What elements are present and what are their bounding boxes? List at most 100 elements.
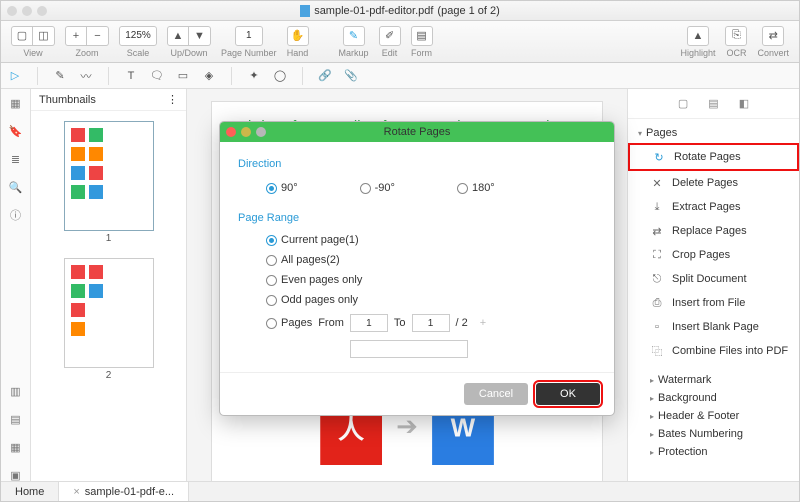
pages-option[interactable]: Pages <box>266 317 312 329</box>
window-titlebar: sample-01-pdf-editor.pdf (page 1 of 2) <box>1 1 799 21</box>
document-tab[interactable]: ×sample-01-pdf-e... <box>59 482 189 501</box>
scale-field[interactable] <box>119 26 157 46</box>
pdf-file-icon <box>300 5 310 17</box>
ocr-icon[interactable]: ⎘ <box>725 26 747 46</box>
ok-button[interactable]: OK <box>536 383 600 405</box>
extract-pages-item[interactable]: ⤓Extract Pages <box>628 195 799 219</box>
thumbs-menu-icon[interactable]: ⋮ <box>167 93 178 106</box>
rail-icon-a[interactable]: ▥ <box>8 383 24 399</box>
zoom-out-button[interactable]: − <box>87 26 109 46</box>
background-item[interactable]: Background <box>628 389 799 407</box>
view-single-icon[interactable]: ▢ <box>11 26 33 46</box>
stamp-icon[interactable]: ✦ <box>246 68 262 84</box>
rotate-90-option[interactable]: 90° <box>266 182 298 194</box>
current-page-option[interactable]: Current page(1) <box>266 234 596 246</box>
window-title: sample-01-pdf-editor.pdf (page 1 of 2) <box>300 5 500 17</box>
bookmark-icon[interactable]: 🔖 <box>8 123 24 139</box>
strike-icon[interactable]: 〰 <box>78 68 94 84</box>
replace-pages-item[interactable]: ⇄Replace Pages <box>628 219 799 243</box>
bottom-tab-bar: Home ×sample-01-pdf-e... <box>1 481 799 501</box>
right-panel: ▢ ▤ ◧ Pages ↻Rotate Pages ✕Delete Pages … <box>627 89 799 483</box>
rail-icon-b[interactable]: ▤ <box>8 411 24 427</box>
header-footer-item[interactable]: Header & Footer <box>628 407 799 425</box>
outline-icon[interactable]: ≣ <box>8 151 24 167</box>
convert-icon[interactable]: ⇄ <box>762 26 784 46</box>
all-pages-option[interactable]: All pages(2) <box>266 254 596 266</box>
thumbnail-page-2[interactable] <box>64 258 154 368</box>
hand-tool-icon[interactable]: ✋ <box>287 26 309 46</box>
convert-group: ⇄ Convert <box>753 26 793 58</box>
ocr-group: ⎘ OCR <box>721 26 751 58</box>
even-pages-option[interactable]: Even pages only <box>266 274 596 286</box>
rotate-neg90-option[interactable]: -90° <box>360 182 395 194</box>
pages-text-field[interactable] <box>350 340 468 358</box>
edit-icon[interactable]: ✐ <box>379 26 401 46</box>
thumbnails-icon[interactable]: ▦ <box>8 95 24 111</box>
traffic-lights[interactable] <box>7 6 47 16</box>
insert-from-file-item[interactable]: ⎙Insert from File <box>628 291 799 315</box>
rotate-pages-dialog: Rotate Pages Direction 90° -90° 180° Pag… <box>219 121 615 416</box>
scale-group: Scale <box>115 26 161 58</box>
bates-item[interactable]: Bates Numbering <box>628 425 799 443</box>
main-toolbar: ▢◫ View +− Zoom Scale ▲▼ Up/Down Page Nu… <box>1 21 799 63</box>
search-icon[interactable]: 🔍 <box>8 179 24 195</box>
add-range-button[interactable]: + <box>474 317 492 329</box>
from-field[interactable] <box>350 314 388 332</box>
dialog-titlebar: Rotate Pages <box>220 122 614 142</box>
page-number-field[interactable] <box>235 26 263 46</box>
odd-pages-option[interactable]: Odd pages only <box>266 294 596 306</box>
page-up-button[interactable]: ▲ <box>167 26 189 46</box>
markup-group: ✎ Markup <box>335 26 373 58</box>
form-icon[interactable]: ▤ <box>411 26 433 46</box>
cancel-button[interactable]: Cancel <box>464 383 528 405</box>
delete-pages-item[interactable]: ✕Delete Pages <box>628 171 799 195</box>
link-icon[interactable]: 🔗 <box>317 68 333 84</box>
rotate-180-option[interactable]: 180° <box>457 182 495 194</box>
page-down-button[interactable]: ▼ <box>189 26 211 46</box>
highlight-icon[interactable]: ▲ <box>687 26 709 46</box>
pages-section-header[interactable]: Pages <box>628 123 799 143</box>
rtab-page-icon[interactable]: ▢ <box>678 97 688 110</box>
direction-label: Direction <box>238 158 596 170</box>
highlight-group: ▲ Highlight <box>676 26 719 58</box>
cursor-icon[interactable]: ▷ <box>7 68 23 84</box>
pagenum-group: Page Number <box>217 26 281 58</box>
dialog-traffic-lights[interactable] <box>226 127 266 137</box>
combine-files-item[interactable]: ⿻Combine Files into PDF <box>628 339 799 363</box>
markup-icon[interactable]: ✎ <box>343 26 365 46</box>
zoom-in-button[interactable]: + <box>65 26 87 46</box>
zoom-group: +− Zoom <box>61 26 113 58</box>
rotate-icon: ↻ <box>652 150 666 164</box>
crop-pages-item[interactable]: ⛶Crop Pages <box>628 243 799 267</box>
rail-icon-c[interactable]: ▦ <box>8 439 24 455</box>
delete-icon: ✕ <box>650 176 664 190</box>
info-icon[interactable]: ⓘ <box>8 207 24 223</box>
view-group: ▢◫ View <box>7 26 59 58</box>
left-rail: ▦ 🔖 ≣ 🔍 ⓘ ▥ ▤ ▦ ▣ <box>1 89 31 483</box>
form-group: ▤ Form <box>407 26 437 58</box>
thumbnail-page-1[interactable] <box>64 121 154 231</box>
split-document-item[interactable]: ⎋Split Document <box>628 267 799 291</box>
highlighter-icon[interactable]: ✎ <box>52 68 68 84</box>
extract-icon: ⤓ <box>650 200 664 214</box>
text-icon[interactable]: T <box>123 68 139 84</box>
shape-icon[interactable]: ◯ <box>272 68 288 84</box>
close-tab-icon[interactable]: × <box>73 486 79 498</box>
callout-icon[interactable]: ◈ <box>201 68 217 84</box>
to-field[interactable] <box>412 314 450 332</box>
rotate-pages-item[interactable]: ↻Rotate Pages <box>628 143 799 171</box>
thumbnails-panel: Thumbnails⋮ 1 2 <box>31 89 187 483</box>
split-icon: ⎋ <box>650 272 664 286</box>
protection-item[interactable]: Protection <box>628 443 799 461</box>
insert-blank-item[interactable]: ▫Insert Blank Page <box>628 315 799 339</box>
textbox-icon[interactable]: ▭ <box>175 68 191 84</box>
rtab-doc-icon[interactable]: ▤ <box>708 97 718 110</box>
view-dual-icon[interactable]: ◫ <box>33 26 55 46</box>
right-tabs: ▢ ▤ ◧ <box>628 89 799 119</box>
edit-group: ✐ Edit <box>375 26 405 58</box>
note-icon[interactable]: 🗨 <box>149 68 165 84</box>
watermark-item[interactable]: Watermark <box>628 371 799 389</box>
rtab-layout-icon[interactable]: ◧ <box>739 97 749 110</box>
attach-icon[interactable]: 📎 <box>343 68 359 84</box>
home-tab[interactable]: Home <box>1 482 59 501</box>
